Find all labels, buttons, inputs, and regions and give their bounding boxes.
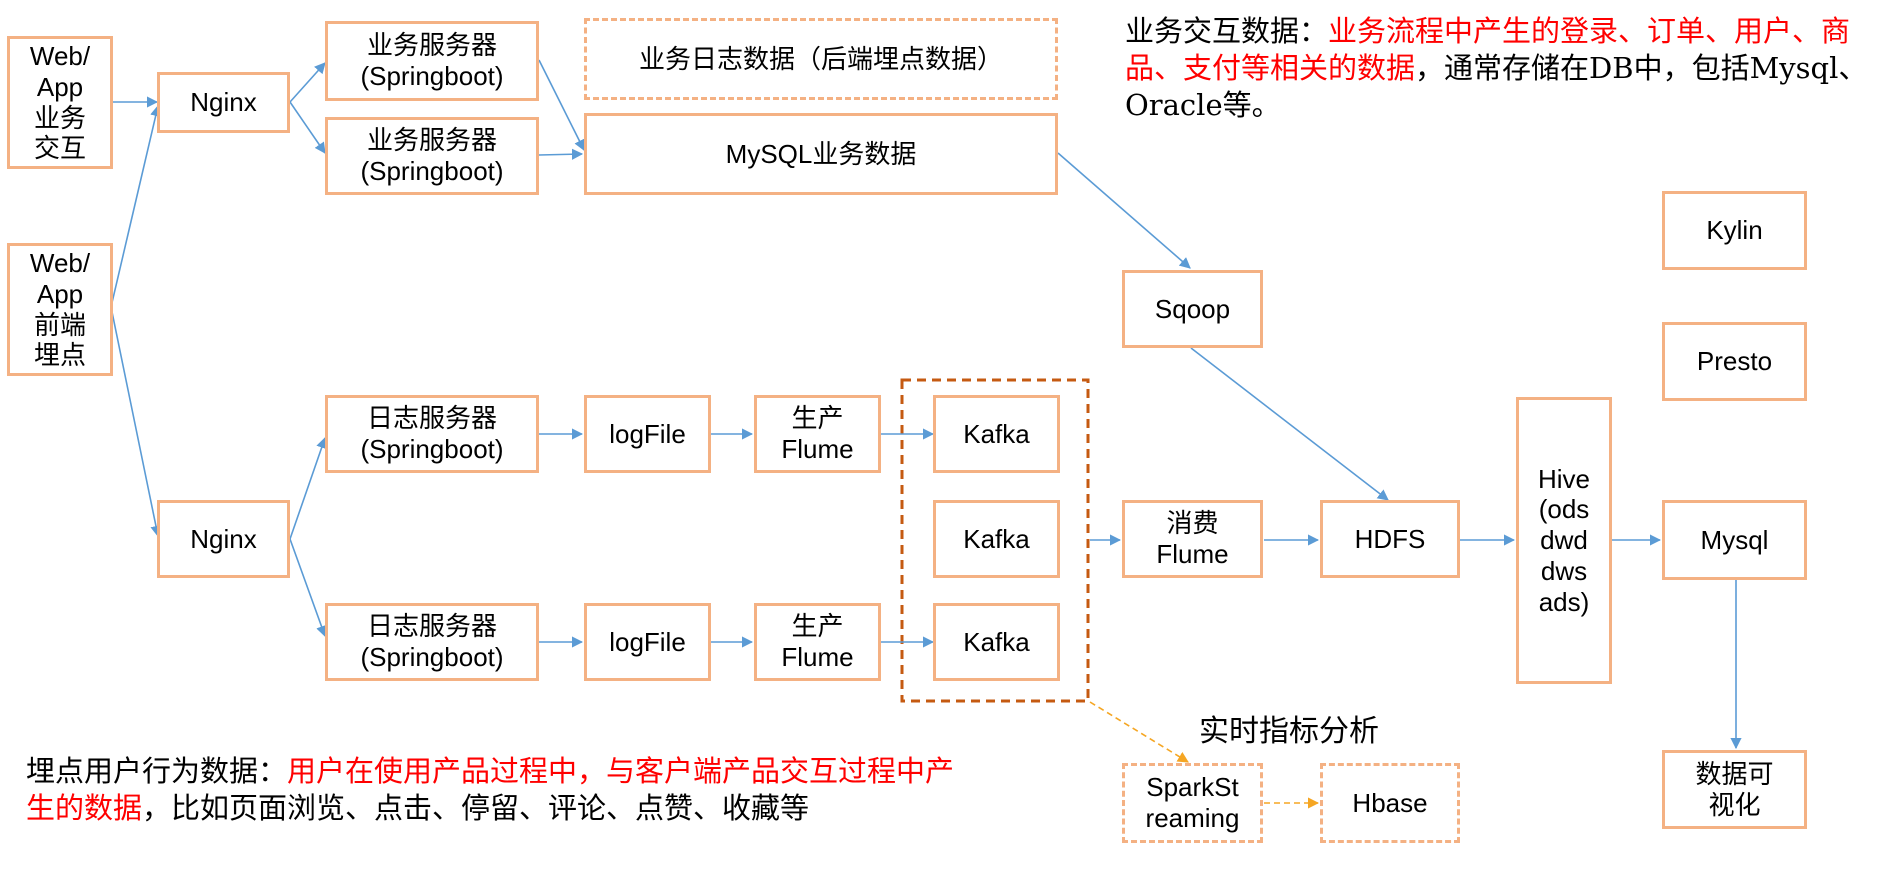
producer-flume-2-node: 生产 Flume: [754, 603, 881, 681]
consumer-flume-node: 消费 Flume: [1122, 500, 1263, 578]
biz-server-1-node: 业务服务器 (Springboot): [325, 21, 539, 101]
nginx-bottom-node: Nginx: [157, 500, 290, 578]
log-server-1-node: 日志服务器 (Springboot): [325, 395, 539, 473]
web-app-business-node: Web/ App 业务 交互: [7, 36, 113, 169]
logfile-1-node: logFile: [584, 395, 711, 473]
web-app-frontend-node: Web/ App 前端 埋点: [7, 243, 113, 376]
edge-nginx-bottom-to-log-server-1: [289, 436, 327, 540]
sqoop-node: Sqoop: [1122, 270, 1263, 348]
kafka-1-node: Kafka: [933, 395, 1060, 473]
realtime-metrics-heading: 实时指标分析: [1199, 715, 1379, 748]
edge-webapp-frontend-to-nginx-bottom: [110, 306, 162, 538]
tracking-data-rest: ，比如页面浏览、点击、停留、评论、点赞、收藏等: [142, 791, 810, 825]
edge-mysql-to-sqoop: [1057, 152, 1191, 269]
business-data-label: 业务交互数据：: [1125, 14, 1329, 48]
biz-log-data-node: 业务日志数据（后端埋点数据）: [584, 18, 1058, 100]
hive-node: Hive (ods dwd dws ads): [1516, 397, 1612, 684]
edge-biz-server-2-to-mysql: [538, 148, 584, 160]
log-server-2-node: 日志服务器 (Springboot): [325, 603, 539, 681]
kafka-2-node: Kafka: [933, 500, 1060, 578]
nginx-top-node: Nginx: [157, 72, 290, 133]
mysql-biz-data-node: MySQL业务数据: [584, 113, 1058, 195]
data-visualization-node: 数据可 视化: [1662, 750, 1807, 829]
edge-webapp-frontend-to-nginx-top: [110, 104, 162, 308]
producer-flume-1-node: 生产 Flume: [754, 395, 881, 473]
spark-streaming-node: SparkSt reaming: [1122, 763, 1263, 843]
tracking-data-label: 埋点用户行为数据：: [26, 754, 288, 788]
business-data-annotation: 业务交互数据：业务流程中产生的登录、订单、用户、商品、支付等相关的数据，通常存储…: [1125, 13, 1877, 124]
kylin-node: Kylin: [1662, 191, 1807, 270]
edge-biz-server-1-to-mysql: [538, 59, 585, 152]
hdfs-node: HDFS: [1320, 500, 1460, 578]
logfile-2-node: logFile: [584, 603, 711, 681]
tracking-data-annotation: 埋点用户行为数据：用户在使用产品过程中，与客户端产品交互过程中产生的数据，比如页…: [26, 753, 956, 827]
edge-kafka-to-spark-streaming: [1089, 701, 1189, 763]
presto-node: Presto: [1662, 322, 1807, 401]
edge-nginx-bottom-to-log-server-2: [289, 538, 327, 638]
hbase-node: Hbase: [1320, 763, 1460, 843]
edge-sqoop-to-hdfs: [1190, 347, 1389, 501]
kafka-3-node: Kafka: [933, 603, 1060, 681]
biz-server-2-node: 业务服务器 (Springboot): [325, 117, 539, 195]
edge-nginx-top-to-biz-server-1: [289, 62, 326, 103]
mysql-node: Mysql: [1662, 500, 1807, 580]
edge-nginx-top-to-biz-server-2: [289, 101, 326, 154]
